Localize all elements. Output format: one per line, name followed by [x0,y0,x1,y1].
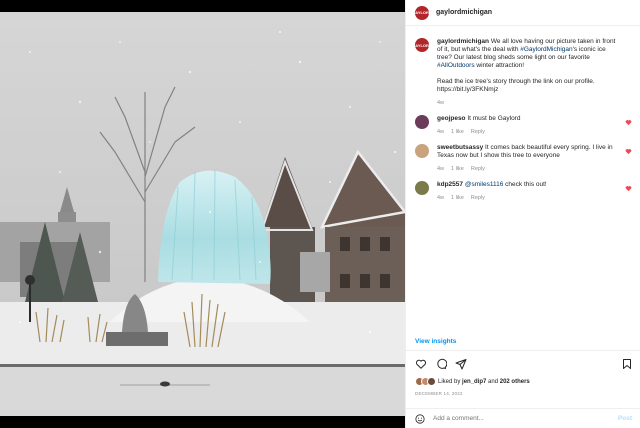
post-side-panel: GAYLORD gaylordmichigan GAYLORD gaylordm… [405,0,640,428]
comment-text: check this out! [503,181,547,188]
commenter-avatar[interactable] [415,181,429,195]
post-date: DECEMBER 14, 2022 [415,391,463,396]
comment-mention[interactable]: @smiles1116 [465,181,504,188]
liked-by-middle: and [488,378,499,385]
liked-by-prefix: Liked by [438,378,461,385]
heart-icon[interactable] [625,148,632,155]
bookmark-icon[interactable] [621,358,633,370]
author-username[interactable]: gaylordmichigan [436,9,492,16]
comments-list: GAYLORD gaylordmichigan We all love havi… [406,30,640,330]
hashtag-gaylordmichigan[interactable]: #GaylordMichigan [520,46,572,53]
view-insights-link[interactable]: View insights [415,338,456,345]
comment-item: kdp2557 @smiles1116 check this out! 4w 1… [415,181,632,202]
liked-by-user[interactable]: jen_dip7 [462,379,486,385]
heart-icon[interactable] [415,358,427,370]
hashtag-alloutdoors[interactable]: #AllOutdoors [437,62,475,69]
caption-username[interactable]: gaylordmichigan [437,38,489,45]
comment-username[interactable]: geojpeso [437,115,466,122]
comment-age: 4w [437,129,445,135]
emoji-icon[interactable] [415,413,425,424]
comment-likes[interactable]: 1 like [451,165,464,173]
comment-reply-button[interactable]: Reply [471,165,485,173]
comment-age: 4w [437,195,445,201]
post-header: GAYLORD gaylordmichigan [406,0,640,26]
comment-item: geojpeso It must be Gaylord 4w 1 like Re… [415,115,632,136]
caption-paragraph-2: Read the ice tree's story through the li… [437,78,595,93]
ice-tree-photo [0,12,405,416]
post-comment-button[interactable]: Post [618,415,632,422]
comment-likes[interactable]: 1 like [451,128,464,136]
liked-by: Liked by jen_dip7 and 202 others [415,377,530,386]
action-bar [415,357,633,371]
author-avatar[interactable]: GAYLORD [412,5,432,20]
comment-reply-button[interactable]: Reply [471,194,485,202]
divider [406,350,640,351]
liked-by-count[interactable]: 202 others [500,379,530,385]
comment-reply-button[interactable]: Reply [471,128,485,136]
commenter-avatar[interactable] [415,115,429,129]
liker-avatars [415,377,436,386]
caption-age: 4w [437,100,445,106]
caption-avatar[interactable]: GAYLORD [412,38,432,52]
heart-icon[interactable] [625,185,632,192]
comment-item: sweetbutsassy It comes back beautiful ev… [415,144,632,173]
comment-username[interactable]: kdp2557 [437,181,463,188]
share-icon[interactable] [455,358,467,370]
add-comment-input[interactable] [433,415,618,422]
caption-text-3: winter attraction! [474,62,525,69]
add-comment-row: Post [406,408,640,428]
comment-username[interactable]: sweetbutsassy [437,144,483,151]
heart-icon[interactable] [625,119,632,126]
post-modal: GAYLORD gaylordmichigan GAYLORD gaylordm… [0,0,640,428]
caption: GAYLORD gaylordmichigan We all love havi… [412,38,632,107]
commenter-avatar[interactable] [415,144,429,158]
comment-icon[interactable] [435,358,447,370]
comment-likes[interactable]: 1 like [451,194,464,202]
comment-age: 4w [437,166,445,172]
post-image[interactable] [0,12,405,416]
comment-text: It must be Gaylord [465,115,521,122]
